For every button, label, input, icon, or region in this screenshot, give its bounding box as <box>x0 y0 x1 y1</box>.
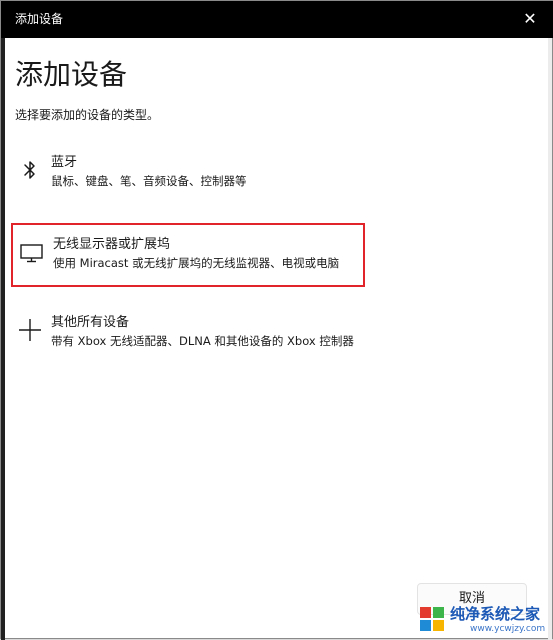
page-title: 添加设备 <box>15 58 128 91</box>
option-name: 其他所有设备 <box>51 315 130 330</box>
page-subtitle: 选择要添加的设备的类型。 <box>15 108 160 122</box>
watermark: 纯净系统之家 www.ycwjzy.com <box>418 603 552 639</box>
background-window-edge <box>1 38 5 640</box>
window-title: 添加设备 <box>15 12 64 26</box>
option-name: 无线显示器或扩展坞 <box>53 237 171 252</box>
background-window-edge-right <box>548 38 552 640</box>
option-description: 鼠标、键盘、笔、音频设备、控制器等 <box>51 174 247 188</box>
bluetooth-icon <box>17 157 43 183</box>
close-icon[interactable]: ✕ <box>520 9 540 29</box>
option-name: 蓝牙 <box>51 155 78 170</box>
option-wireless-display[interactable]: 无线显示器或扩展坞 使用 Miracast 或无线扩展坞的无线监视器、电视或电脑 <box>11 223 365 287</box>
watermark-text: 纯净系统之家 <box>450 605 541 623</box>
watermark-url: www.ycwjzy.com <box>470 624 546 634</box>
option-description: 使用 Miracast 或无线扩展坞的无线监视器、电视或电脑 <box>53 256 340 270</box>
watermark-logo-icon <box>418 605 446 633</box>
monitor-icon <box>19 239 45 265</box>
option-description: 带有 Xbox 无线适配器、DLNA 和其他设备的 Xbox 控制器 <box>51 334 354 348</box>
option-everything-else[interactable]: 其他所有设备 带有 Xbox 无线适配器、DLNA 和其他设备的 Xbox 控制… <box>11 303 365 367</box>
add-device-dialog: 添加设备 ✕ 添加设备 选择要添加的设备的类型。 蓝牙 鼠标、键盘、笔、音频设备… <box>0 0 553 640</box>
option-bluetooth[interactable]: 蓝牙 鼠标、键盘、笔、音频设备、控制器等 <box>11 143 365 207</box>
title-bar: 添加设备 ✕ <box>1 1 553 38</box>
plus-icon <box>17 317 43 343</box>
